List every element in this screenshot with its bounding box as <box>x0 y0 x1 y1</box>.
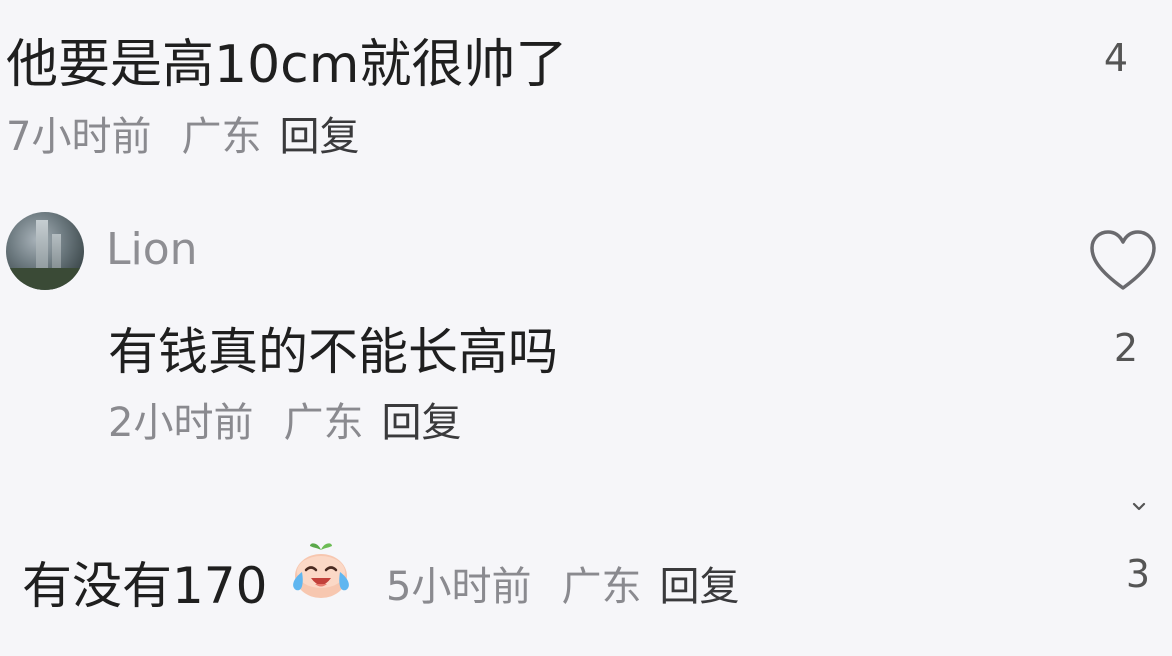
comment-text: 他要是高10cm就很帅了 <box>6 35 568 95</box>
avatar[interactable] <box>6 212 84 290</box>
heart-icon[interactable] <box>1088 228 1158 294</box>
like-count: 4 <box>1103 36 1128 80</box>
reply-button[interactable]: 回复 <box>381 400 461 446</box>
comment-time: 7小时前 <box>6 114 152 160</box>
username[interactable]: Lion <box>106 224 198 275</box>
comment-meta: 5小时前 广东 回复 <box>386 554 739 612</box>
comment-time: 2小时前 <box>108 400 254 446</box>
reply-button[interactable]: 回复 <box>659 564 739 610</box>
like-count: 3 <box>1125 552 1150 596</box>
chevron-down-icon[interactable] <box>1128 500 1150 514</box>
comment-meta: 7小时前 广东 回复 <box>6 104 359 162</box>
reply-button[interactable]: 回复 <box>279 114 359 160</box>
comment-location: 广东 <box>181 114 262 160</box>
comment-time: 5小时前 <box>386 564 532 610</box>
like-count: 2 <box>1113 326 1138 370</box>
comment-location: 广东 <box>283 400 364 446</box>
comment-text: 有钱真的不能长高吗 <box>108 323 558 381</box>
comment-location: 广东 <box>561 564 642 610</box>
comment-meta: 2小时前 广东 回复 <box>108 390 461 448</box>
comment-text: 有没有170 <box>22 557 268 615</box>
crying-laughing-emoji-icon <box>293 543 349 598</box>
